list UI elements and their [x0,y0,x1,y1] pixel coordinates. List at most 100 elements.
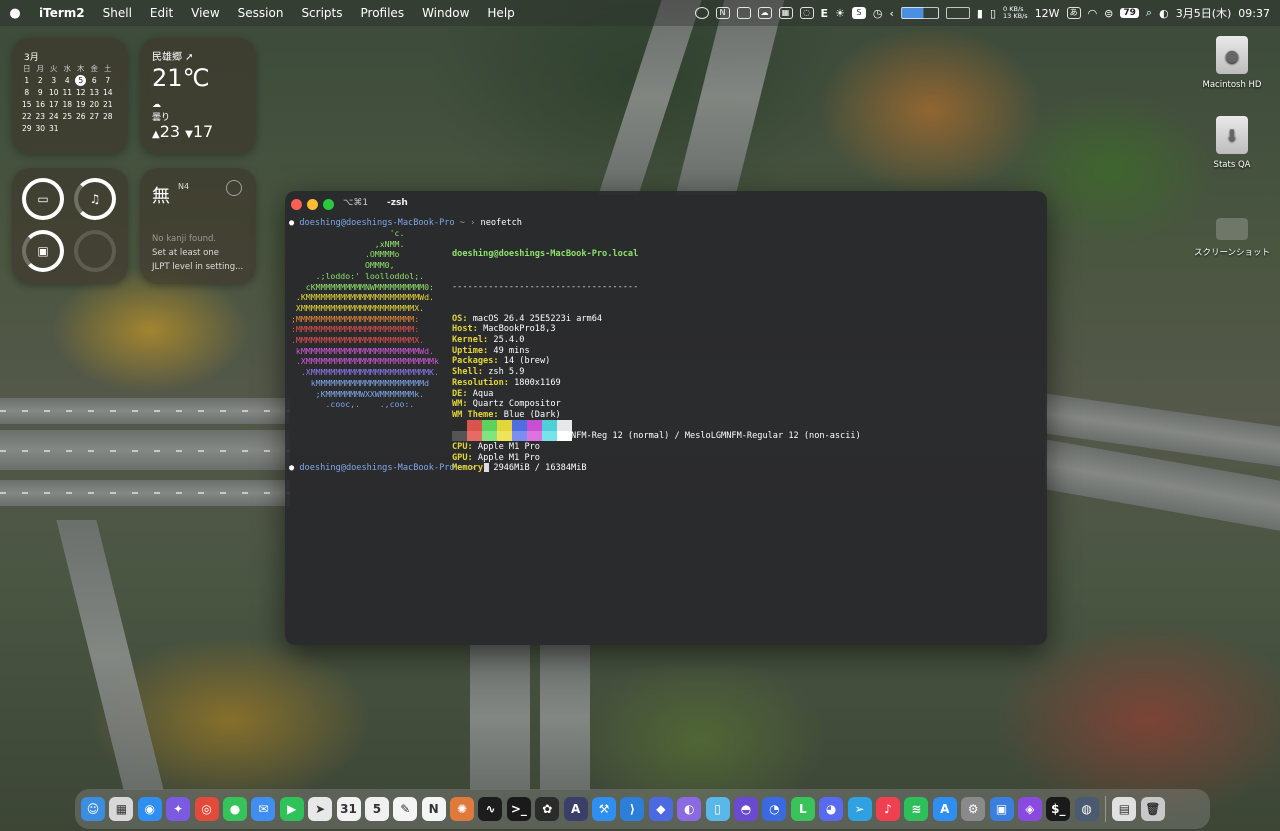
weather-widget[interactable]: 民雄郷 ➚ 21℃ ☁ 曇り ▲23 ▼17 [140,38,256,154]
menu-time[interactable]: 09:37 [1238,7,1270,20]
dock-documents-icon[interactable]: ▤ [1112,797,1137,821]
menu-session[interactable]: Session [229,6,293,20]
palette-swatch [512,420,527,431]
dock-safari-icon[interactable]: ◉ [137,797,162,821]
calendar-day: 14 [102,87,113,97]
ascii-line: ;MMMMMMMMMMMMMMMMMMMMMMMM: [291,313,420,324]
dock-terminal-icon[interactable]: >_ [506,797,531,821]
menu-scripts[interactable]: Scripts [292,6,351,20]
ascii-line: :MMMMMMMMMMMMMMMMMMMMMMMM: [291,324,420,335]
desktop-icon-label: スクリーンショット [1193,248,1271,258]
close-button[interactable] [291,199,302,210]
dock-launchpad-icon[interactable]: ▦ [109,797,134,821]
spotlight-icon[interactable]: ⌕ [1146,6,1152,20]
menu-date[interactable]: 3月5日(木) [1176,5,1232,21]
status-timer-icon[interactable]: ◷ [873,7,883,20]
dock-spotify-icon[interactable]: ≋ [904,797,929,821]
dock-fantastical-icon[interactable]: 5 [364,797,389,821]
status-chat-icon[interactable]: ◌ [799,7,814,19]
minimize-button[interactable] [307,199,318,210]
dock-system-settings-icon[interactable]: ⚙ [961,797,986,821]
dock-app-round-icon[interactable]: ◍ [1074,797,1099,821]
airpods-icon: ♫ [89,192,101,206]
dock-claude-icon[interactable]: ✺ [450,797,475,821]
dock-arc-icon[interactable]: A [563,797,588,821]
menu-help[interactable]: Help [478,6,523,20]
dock-mail-icon[interactable]: ✉ [251,797,276,821]
calendar-day: 20 [89,99,100,109]
status-e-icon[interactable]: E [821,7,829,20]
dock-trash-icon[interactable]: 🗑 [1140,797,1165,821]
desktop-icon-macintosh-hd[interactable]: ● Macintosh HD [1192,36,1272,90]
wifi-icon[interactable]: ◠ [1088,7,1098,20]
dock-discord-icon[interactable]: ◕ [819,797,844,821]
dock-calendar-icon[interactable]: 31 [336,797,361,821]
iterm-window[interactable]: ⌥⌘1 -zsh ● doeshing@doeshings-MacBook-Pr… [285,191,1047,645]
network-speed[interactable]: 0 KB/s 13 KB/s [1003,6,1028,20]
dock-vscode-icon[interactable]: ⟩ [620,797,645,821]
status-circle-icon[interactable] [694,7,709,19]
dock-app-cyan-icon[interactable]: ▯ [705,797,730,821]
menu-window[interactable]: Window [413,6,478,20]
dock-app-purple-icon[interactable]: ◐ [677,797,702,821]
dock-app-chat-icon[interactable]: ◔ [762,797,787,821]
dock-chrome-icon[interactable]: ◎ [194,797,219,821]
info-value: FiraCodeNFM-Reg 12 (normal) / MesloLGMNF… [529,431,861,442]
status-cloud-icon[interactable]: ☁ [757,7,772,19]
palette-swatch [482,430,497,441]
info-line: OS: macOS 26.4 25E5223i arm64 [452,314,861,325]
kanji-widget[interactable]: 無 N4 No kanji found. Set at least one JL… [140,168,256,284]
menu-edit[interactable]: Edit [141,6,182,20]
status-n-icon[interactable]: N [715,7,730,19]
dock-siri-icon[interactable]: ✦ [166,797,191,821]
mem-graph[interactable] [945,7,970,19]
batteries-widget[interactable]: ▭ ♫ ▣ [12,168,128,284]
dock-iterm-icon[interactable]: $_ [1046,797,1071,821]
prompt-line-current[interactable]: ● doeshing@doeshings-MacBook-Pro ~ › [289,463,489,473]
battery-indicator[interactable]: 79 [1120,8,1139,18]
refresh-icon[interactable] [226,180,242,196]
status-sun-icon[interactable]: ☀ [835,7,845,20]
zoom-button[interactable] [323,199,334,210]
dock-finder-icon[interactable]: ☺ [81,797,105,821]
kanji-hint-1: Set at least one [152,248,219,258]
siri-icon[interactable]: ◐ [1159,7,1169,20]
dock-app-gradient-icon[interactable]: ◈ [1017,797,1042,821]
dock-send-icon[interactable]: ➤ [308,797,333,821]
status-grid-icon[interactable]: ▦ [778,7,793,19]
menu-view[interactable]: View [182,6,228,20]
desktop-icon-screenshot[interactable]: スクリーンショット [1192,218,1272,258]
status-chevron-icon[interactable]: ‹ [890,7,894,20]
dock-xcode-icon[interactable]: ⚒ [592,797,617,821]
input-method-icon[interactable]: あ [1066,7,1081,19]
menu-shell[interactable]: Shell [94,6,141,20]
dock-notes-icon[interactable]: ✎ [393,797,418,821]
dock-facetime-icon[interactable]: ▶ [279,797,304,821]
dock-music-icon[interactable]: ♪ [875,797,900,821]
apple-icon[interactable]: ● [0,6,30,21]
info-value: Aqua [472,388,494,399]
dock-app-store-icon[interactable]: A [932,797,957,821]
menu-profiles[interactable]: Profiles [352,6,414,20]
tab-zsh[interactable]: ⌥⌘1 -zsh [343,198,408,208]
cpu-graph[interactable] [900,7,939,19]
dock-preview-icon[interactable]: ▣ [989,797,1014,821]
dock-github-icon[interactable]: ◓ [733,797,758,821]
control-center-icon[interactable]: ⊜ [1104,7,1113,20]
power-reading[interactable]: 12W [1035,7,1060,20]
status-s-icon[interactable]: S [851,7,866,19]
calendar-widget[interactable]: 3月 日月火水木金土 1 2 3 4 5 6 7 8 9 10 11 12 13 14 15 16 17 18 19 2… [12,38,128,154]
dock-activity-monitor-icon[interactable]: ∿ [478,797,503,821]
dock-line-icon[interactable]: L [790,797,815,821]
title-bar[interactable]: ⌥⌘1 -zsh [285,191,1047,217]
dock-app-blue-icon[interactable]: ◆ [648,797,673,821]
status-dot-icon[interactable]: ▮ [977,7,983,20]
desktop-icon-stats-qa[interactable]: ⬇ Stats QA [1192,116,1272,170]
dock-notion-icon[interactable]: N [421,797,446,821]
menu-app-iterm2[interactable]: iTerm2 [30,6,94,20]
dock-chatgpt-icon[interactable]: ✿ [535,797,560,821]
dock-telegram-icon[interactable]: ➢ [847,797,872,821]
status-box-icon[interactable] [736,7,751,19]
dock-messages-icon[interactable]: ● [222,797,247,821]
status-battery-small-icon[interactable]: ▯ [990,7,996,20]
